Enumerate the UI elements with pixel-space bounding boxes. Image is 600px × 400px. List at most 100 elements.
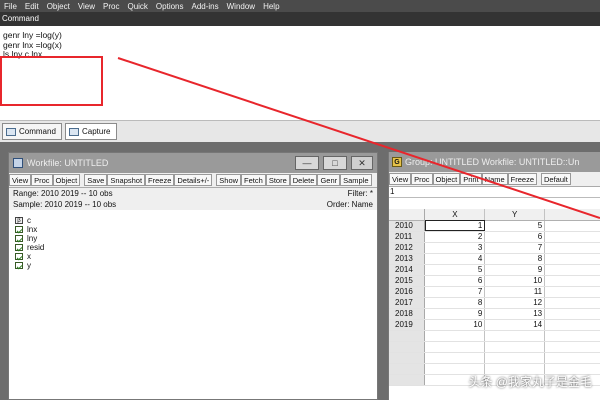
row-header[interactable]: 2016	[389, 286, 426, 298]
wf-toolbar-snapshot-button[interactable]: Snapshot	[107, 174, 146, 186]
cell-empty[interactable]	[544, 275, 600, 287]
cell-empty[interactable]	[544, 220, 600, 232]
cell-y[interactable]: 6	[484, 231, 546, 243]
cell-empty[interactable]	[544, 297, 600, 309]
row-header[interactable]: 2013	[389, 253, 426, 265]
workfile-range[interactable]: Range: 2010 2019 -- 10 obs	[13, 189, 348, 198]
cell-empty[interactable]	[484, 341, 546, 353]
cell-y[interactable]: 7	[484, 242, 546, 254]
maximize-button[interactable]: □	[323, 156, 347, 170]
group-toolbar-view-button[interactable]: View	[389, 173, 412, 185]
column-header-y[interactable]: Y	[484, 209, 546, 221]
cell-x[interactable]: 2	[424, 231, 486, 243]
cell-empty[interactable]	[544, 308, 600, 320]
cell-x[interactable]: 4	[424, 253, 486, 265]
cell-x[interactable]: 10	[424, 319, 486, 331]
row-header[interactable]: 2017	[389, 297, 426, 309]
workfile-object[interactable]: lny	[15, 234, 377, 243]
row-header[interactable]: 2015	[389, 275, 426, 287]
wf-toolbar-delete-button[interactable]: Delete	[289, 174, 318, 186]
menu-item-view[interactable]: View	[78, 2, 95, 11]
cell-x[interactable]: 8	[424, 297, 486, 309]
menu-item-help[interactable]: Help	[263, 2, 279, 11]
menu-item-proc[interactable]: Proc	[103, 2, 119, 11]
group-spreadsheet[interactable]: X Y 2010 1 5 2011 2 6 2012 3 7 2013 4 8 2014 5 9 2015 6 10 2…	[389, 209, 600, 386]
wf-toolbar-details-button[interactable]: Details+/-	[174, 174, 213, 186]
workfile-object[interactable]: resid	[15, 243, 377, 252]
command-editor[interactable]: genr lny =log(y) genr lnx =log(x) ls lny c…	[0, 26, 600, 120]
cell-empty[interactable]	[544, 253, 600, 265]
row-header[interactable]: 2018	[389, 308, 426, 320]
group-toolbar-name-button[interactable]: Name	[481, 173, 508, 185]
cell-y[interactable]: 10	[484, 275, 546, 287]
cell-empty[interactable]	[484, 330, 546, 342]
cell-empty[interactable]	[424, 352, 486, 364]
cell-empty[interactable]	[544, 264, 600, 276]
wf-toolbar-show-button[interactable]: Show	[216, 174, 242, 186]
close-button[interactable]: ✕	[351, 156, 373, 170]
wf-toolbar-genr-button[interactable]: Genr	[317, 174, 341, 186]
cell-empty[interactable]	[544, 231, 600, 243]
cell-y[interactable]: 14	[484, 319, 546, 331]
tab-command[interactable]: Command	[2, 123, 62, 140]
cell-x[interactable]: 7	[424, 286, 486, 298]
menu-item-options[interactable]: Options	[156, 2, 184, 11]
wf-toolbar-sample-button[interactable]: Sample	[340, 174, 372, 186]
row-header[interactable]: 2012	[389, 242, 426, 254]
cell-empty[interactable]	[424, 330, 486, 342]
cell-y[interactable]: 11	[484, 286, 546, 298]
menu-item-object[interactable]: Object	[47, 2, 70, 11]
group-toolbar-print-button[interactable]: Print	[460, 173, 482, 185]
cell-empty[interactable]	[544, 330, 600, 342]
cell-y[interactable]: 5	[484, 220, 546, 232]
workfile-object[interactable]: y	[15, 261, 377, 270]
group-toolbar-object-button[interactable]: Object	[432, 173, 461, 185]
wf-toolbar-view-button[interactable]: View	[9, 174, 32, 186]
row-header[interactable]: 2014	[389, 264, 426, 276]
cell-empty[interactable]	[544, 242, 600, 254]
row-header[interactable]: 2011	[389, 231, 426, 243]
wf-toolbar-save-button[interactable]: Save	[84, 174, 108, 186]
row-header[interactable]: 2019	[389, 319, 426, 331]
cell-y[interactable]: 9	[484, 264, 546, 276]
workfile-titlebar[interactable]: Workfile: UNTITLED — □ ✕	[9, 153, 377, 173]
group-default-select[interactable]: Default	[541, 173, 571, 185]
row-header[interactable]: 2010	[389, 220, 426, 232]
cell-y[interactable]: 12	[484, 297, 546, 309]
cell-y[interactable]: 13	[484, 308, 546, 320]
cell-empty[interactable]	[424, 341, 486, 353]
wf-toolbar-freeze-button[interactable]: Freeze	[145, 174, 175, 186]
workfile-sample[interactable]: Sample: 2010 2019 -- 10 obs	[13, 200, 327, 209]
column-header-x[interactable]: X	[424, 209, 486, 221]
menu-item-quick[interactable]: Quick	[127, 2, 147, 11]
group-toolbar-proc-button[interactable]: Proc	[411, 173, 433, 185]
workfile-order[interactable]: Order: Name	[327, 200, 373, 209]
menu-item-file[interactable]: File	[4, 2, 17, 11]
wf-toolbar-store-button[interactable]: Store	[265, 174, 290, 186]
menu-item-edit[interactable]: Edit	[25, 2, 39, 11]
group-toolbar-freeze-button[interactable]: Freeze	[507, 173, 538, 185]
cell-x[interactable]: 6	[424, 275, 486, 287]
workfile-filter[interactable]: Filter: *	[348, 189, 373, 198]
cell-x[interactable]: 5	[424, 264, 486, 276]
wf-toolbar-object-button[interactable]: Object	[52, 174, 81, 186]
cell-empty[interactable]	[544, 352, 600, 364]
cell-empty[interactable]	[544, 286, 600, 298]
menu-item-window[interactable]: Window	[227, 2, 255, 11]
workfile-object[interactable]: lnx	[15, 225, 377, 234]
group-titlebar[interactable]: G Group: UNTITLED Workfile: UNTITLED::Un	[389, 152, 600, 172]
cell-x[interactable]: 9	[424, 308, 486, 320]
workfile-object[interactable]: x	[15, 252, 377, 261]
cell-empty[interactable]	[544, 341, 600, 353]
cell-x[interactable]: 3	[424, 242, 486, 254]
cell-empty[interactable]	[484, 352, 546, 364]
cell-empty[interactable]	[544, 319, 600, 331]
menu-item-addins[interactable]: Add-ins	[192, 2, 219, 11]
tab-capture[interactable]: Capture	[65, 123, 117, 140]
wf-toolbar-proc-button[interactable]: Proc	[31, 174, 53, 186]
wf-toolbar-fetch-button[interactable]: Fetch	[241, 174, 266, 186]
cell-y[interactable]: 8	[484, 253, 546, 265]
minimize-button[interactable]: —	[295, 156, 319, 170]
workfile-object[interactable]: βc	[15, 216, 377, 225]
cell-x[interactable]: 1	[424, 220, 486, 232]
